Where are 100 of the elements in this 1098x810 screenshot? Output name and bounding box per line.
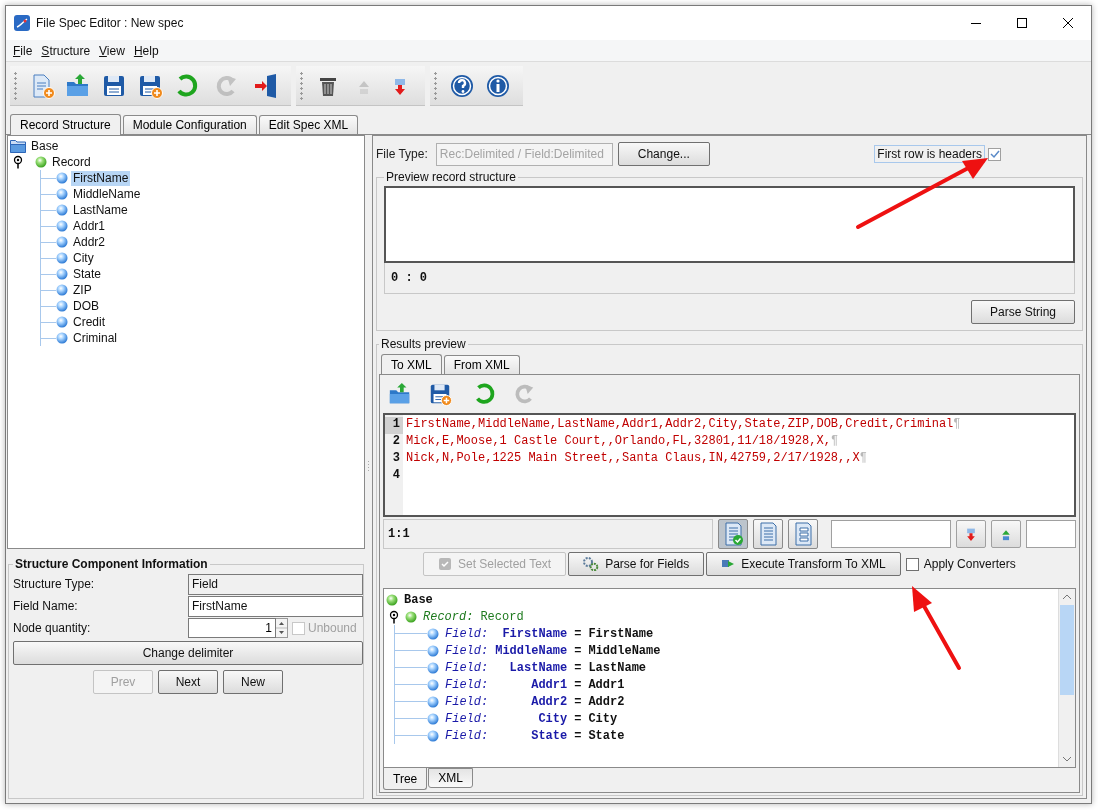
tree-item[interactable]: Field: State = State	[445, 728, 625, 743]
position-text: 0 : 0	[391, 271, 427, 285]
expand-handle-icon[interactable]	[389, 609, 399, 624]
nav-button[interactable]: Next	[158, 670, 218, 694]
tree-item[interactable]: Field: City = City	[445, 711, 618, 726]
document-check-icon	[438, 557, 452, 571]
tab[interactable]: XML	[428, 768, 473, 788]
tree-item[interactable]: Field: MiddleName = MiddleName	[445, 643, 661, 658]
tab[interactable]: Module Configuration	[122, 115, 257, 134]
tab[interactable]: To XML	[381, 354, 442, 375]
field-node-icon	[56, 172, 68, 184]
view-toggle-button[interactable]	[718, 519, 748, 549]
menu-item[interactable]: View	[96, 43, 128, 58]
tree-item[interactable]: State	[71, 266, 104, 282]
app-icon	[14, 15, 30, 31]
preview-text-area[interactable]	[384, 186, 1075, 263]
spinner-arrows-icon[interactable]	[276, 618, 288, 638]
field-label: Node quantity:	[13, 621, 92, 635]
field-node-icon	[56, 284, 68, 296]
code-line: Mick,E,Moose,1 Castle Court,,Orlando,FL,32801,11/18/1928,X,¶	[406, 434, 840, 450]
up-arrow-button[interactable]	[991, 520, 1021, 548]
group-title: Results preview	[380, 337, 467, 351]
outline-document-icon	[792, 522, 814, 546]
text-field[interactable]	[1026, 520, 1076, 548]
checkbox-label: Unbound	[308, 621, 357, 635]
text-field[interactable]	[831, 520, 951, 548]
field-node-icon	[427, 661, 439, 674]
window-title: File Spec Editor : New spec	[36, 16, 185, 30]
field-node-icon	[56, 268, 68, 280]
line-number: 1	[385, 417, 403, 434]
field-node-icon	[427, 627, 439, 640]
tree-item[interactable]: Field: Addr2 = Addr2	[445, 694, 625, 709]
tree-item[interactable]: Base	[29, 138, 61, 154]
tab[interactable]: Edit Spec XML	[258, 115, 359, 134]
field-label: Field Name:	[13, 599, 79, 613]
tree-item[interactable]: Addr2	[71, 234, 108, 250]
nav-button[interactable]: New	[223, 670, 283, 694]
action-button[interactable]: Parse for Fields	[568, 552, 705, 576]
group-title: Preview record structure	[385, 170, 518, 184]
change-delimiter-button[interactable]: Change delimiter	[13, 641, 363, 665]
field-node-icon	[427, 729, 439, 742]
transform-icon	[721, 558, 736, 570]
field-label: Structure Type:	[13, 577, 96, 591]
tree-item[interactable]: Field: Addr1 = Addr1	[445, 677, 625, 692]
expand-handle-icon[interactable]	[13, 155, 23, 169]
tree-item[interactable]: Criminal	[71, 330, 119, 346]
tree-item[interactable]: City	[71, 250, 96, 266]
text-field[interactable]: FirstName	[188, 595, 363, 617]
tree-item[interactable]: Base	[404, 592, 433, 607]
tree-item[interactable]: Field: LastName = LastName	[445, 660, 647, 675]
tree-item[interactable]: Addr1	[71, 218, 108, 234]
field-node-icon	[427, 678, 439, 691]
tree-item[interactable]: ZIP	[71, 282, 94, 298]
checked-document-icon	[722, 522, 744, 546]
tree-item[interactable]: MiddleName	[71, 186, 143, 202]
parse-string-button[interactable]: Parse String	[971, 300, 1075, 324]
tree-item[interactable]: FirstName	[71, 170, 131, 186]
tree-item[interactable]: Field: FirstName = FirstName	[445, 626, 654, 641]
tab[interactable]: Record Structure	[10, 114, 121, 135]
tree-item[interactable]: DOB	[71, 298, 101, 314]
field-node-icon	[56, 204, 68, 216]
tree-item[interactable]: LastName	[71, 202, 130, 218]
tree-item[interactable]: Record: Record	[423, 609, 524, 624]
line-number: 4	[391, 468, 401, 484]
tab[interactable]: Tree	[383, 768, 428, 790]
checkbox[interactable]	[905, 557, 919, 571]
menu-item[interactable]: Structure	[38, 43, 94, 58]
checkbox-label: Apply Converters	[923, 557, 1016, 571]
action-button[interactable]: Execute Transform To XML	[706, 552, 901, 576]
view-toggle-button[interactable]	[753, 519, 783, 549]
field-node-icon	[56, 188, 68, 200]
line-number: 2	[391, 434, 401, 450]
document-icon	[757, 522, 779, 546]
menu-item[interactable]: Help	[130, 43, 162, 58]
field-node-icon	[56, 220, 68, 232]
field-node-icon	[427, 712, 439, 725]
down-arrow-button[interactable]	[956, 520, 986, 548]
field-label: File Type:	[376, 147, 428, 161]
record-node-icon	[386, 593, 398, 606]
number-field[interactable]: 1	[188, 618, 276, 638]
tab[interactable]: From XML	[443, 355, 520, 374]
field-node-icon	[56, 236, 68, 248]
field-node-icon	[427, 644, 439, 657]
folder-icon	[10, 139, 26, 153]
tree-item[interactable]: Credit	[71, 314, 107, 330]
field-node-icon	[56, 300, 68, 312]
view-toggle-button[interactable]	[788, 519, 818, 549]
code-line: FirstName,MiddleName,LastName,Addr1,Addr2,City,State,ZIP,DOB,Credit,Criminal¶	[406, 417, 962, 433]
field-node-icon	[427, 695, 439, 708]
field-node-icon	[56, 252, 68, 264]
text-field[interactable]: Field	[188, 573, 363, 595]
scrollbar[interactable]	[1058, 589, 1075, 767]
code-line: Nick,N,Pole,1225 Main Street,,Santa Claus,IN,42759,2/17/1928,,X¶	[406, 451, 868, 467]
menu-item[interactable]: File	[10, 43, 36, 58]
group-title: Structure Component Information	[14, 557, 209, 571]
checkbox[interactable]	[988, 147, 1001, 161]
field-node-icon	[56, 332, 68, 344]
field-node-icon	[56, 316, 68, 328]
record-node-icon	[405, 610, 417, 623]
tree-item[interactable]: Record	[50, 154, 93, 170]
